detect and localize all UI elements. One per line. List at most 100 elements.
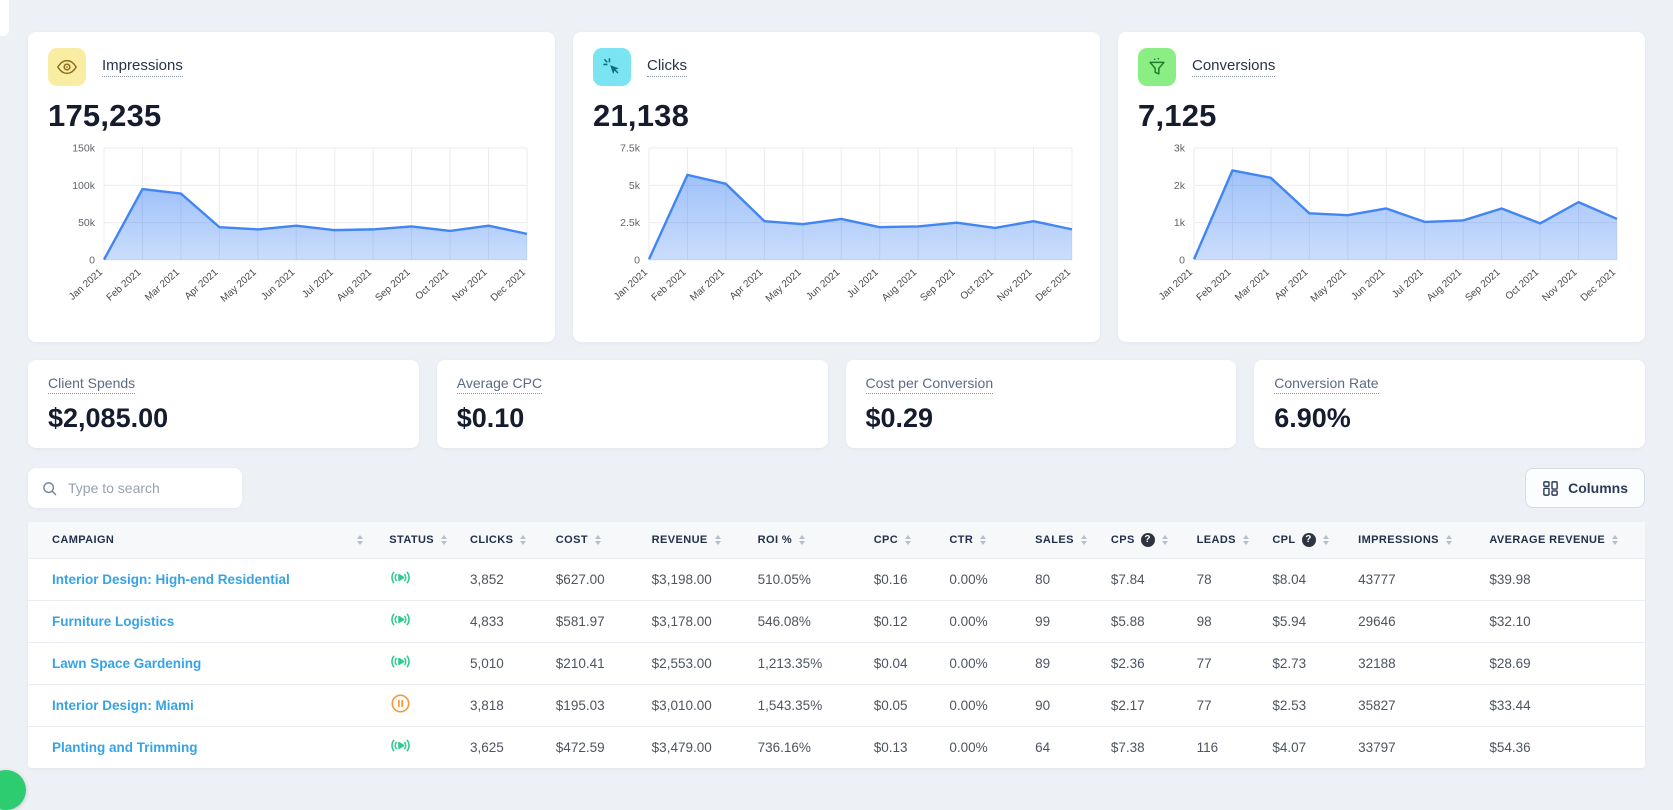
column-header-leads[interactable]: LEADS: [1191, 522, 1267, 558]
cell-sales: 89: [1035, 655, 1051, 671]
svg-text:Oct 2021: Oct 2021: [1504, 267, 1542, 303]
svg-text:1k: 1k: [1174, 217, 1186, 229]
metric-label[interactable]: Conversion Rate: [1274, 375, 1379, 394]
help-icon[interactable]: ?: [1301, 532, 1316, 547]
svg-text:Sep 2021: Sep 2021: [373, 267, 413, 304]
column-header-clicks[interactable]: CLICKS: [464, 522, 550, 558]
status-running-icon[interactable]: [389, 650, 412, 673]
column-header-status[interactable]: STATUS: [383, 522, 464, 558]
sort-icon[interactable]: [1161, 534, 1168, 545]
svg-text:Mar 2021: Mar 2021: [1233, 267, 1272, 304]
svg-text:Apr 2021: Apr 2021: [1273, 267, 1311, 303]
svg-text:Jun 2021: Jun 2021: [1349, 267, 1387, 303]
sort-icon[interactable]: [520, 534, 527, 545]
table-header-row: CAMPAIGN STATUS CLICKS COST REVENUE ROI % CPC C…: [28, 522, 1645, 558]
svg-text:May 2021: May 2021: [1309, 267, 1349, 305]
page-edge-artifact: [0, 0, 9, 36]
columns-button[interactable]: Columns: [1525, 468, 1645, 508]
campaigns-table: CAMPAIGN STATUS CLICKS COST REVENUE ROI % CPC C…: [28, 522, 1645, 768]
status-running-icon[interactable]: [389, 608, 412, 631]
svg-text:Nov 2021: Nov 2021: [1540, 267, 1579, 304]
kpi-label-conversions[interactable]: Conversions: [1192, 57, 1276, 77]
column-header-revenue[interactable]: REVENUE: [646, 522, 752, 558]
column-header-cps[interactable]: CPS?: [1105, 522, 1191, 558]
status-paused-icon[interactable]: [389, 692, 412, 715]
column-header-campaign[interactable]: CAMPAIGN: [28, 522, 383, 558]
column-label: SALES: [1035, 533, 1074, 546]
sort-icon[interactable]: [1242, 534, 1249, 545]
metric-label[interactable]: Cost per Conversion: [865, 375, 994, 394]
campaign-link[interactable]: Interior Design: High-end Residential: [52, 572, 290, 587]
svg-text:Oct 2021: Oct 2021: [959, 267, 997, 303]
column-header-avg_revenue[interactable]: AVERAGE REVENUE: [1483, 522, 1645, 558]
metric-label[interactable]: Average CPC: [456, 375, 543, 394]
search-box[interactable]: [28, 468, 242, 508]
cell-avg_revenue: $28.69: [1489, 655, 1531, 671]
cell-leads: 77: [1196, 655, 1212, 671]
column-header-cost[interactable]: COST: [550, 522, 646, 558]
cell-avg_revenue: $39.98: [1489, 571, 1531, 587]
column-header-ctr[interactable]: CTR: [943, 522, 1029, 558]
sort-icon[interactable]: [441, 534, 448, 545]
svg-text:Dec 2021: Dec 2021: [1034, 267, 1073, 304]
sort-icon[interactable]: [714, 534, 721, 545]
sort-icon[interactable]: [1080, 534, 1087, 545]
eye-icon: [48, 48, 86, 86]
sort-icon[interactable]: [905, 534, 912, 545]
svg-text:2k: 2k: [1174, 180, 1186, 192]
sort-icon[interactable]: [799, 534, 806, 545]
cell-revenue: $3,198.00: [651, 571, 712, 587]
svg-text:Jul 2021: Jul 2021: [300, 267, 336, 301]
svg-text:Sep 2021: Sep 2021: [918, 267, 958, 304]
kpi-value-conversions: 7,125: [1138, 98, 1217, 133]
kpi-label-impressions[interactable]: Impressions: [102, 57, 183, 77]
cursor-click-icon: [593, 48, 631, 86]
clicks-chart: 0 2.5k 5k 7.5k Jan 2021 Feb 2021 Mar 2021 Apr 2…: [612, 143, 1073, 305]
metric-card-cost-per-conversion: Cost per Conversion $0.29: [845, 360, 1237, 448]
column-label: CAMPAIGN: [52, 533, 115, 546]
search-input[interactable]: [68, 480, 232, 496]
campaign-link[interactable]: Interior Design: Miami: [52, 698, 194, 713]
column-header-impressions[interactable]: IMPRESSIONS: [1352, 522, 1483, 558]
search-icon: [43, 481, 57, 495]
cell-campaign: Interior Design: Miami: [28, 684, 383, 726]
cell-roi: 510.05%: [757, 571, 811, 587]
cell-cps: $5.88: [1110, 613, 1145, 629]
sort-icon[interactable]: [357, 534, 364, 545]
cell-cps: $2.36: [1110, 655, 1145, 671]
metric-row: Client Spends $2,085.00 Average CPC $0.1…: [28, 360, 1645, 448]
kpi-label-clicks[interactable]: Clicks: [647, 57, 687, 77]
column-header-roi[interactable]: ROI %: [752, 522, 868, 558]
sort-icon[interactable]: [1612, 534, 1619, 545]
campaign-link[interactable]: Planting and Trimming: [52, 740, 198, 755]
svg-text:5k: 5k: [629, 180, 641, 192]
table-row: Lawn Space Gardening 5,010 $210.41 $2,553.0…: [28, 642, 1645, 684]
column-header-cpl[interactable]: CPL?: [1266, 522, 1352, 558]
status-running-icon[interactable]: [389, 566, 412, 589]
campaign-link[interactable]: Lawn Space Gardening: [52, 656, 201, 671]
column-label: IMPRESSIONS: [1358, 533, 1439, 546]
cell-roi: 736.16%: [757, 739, 811, 755]
column-header-cpc[interactable]: CPC: [868, 522, 944, 558]
cell-revenue: $3,010.00: [651, 697, 712, 713]
chat-widget-bubble[interactable]: [0, 770, 26, 810]
help-icon[interactable]: ?: [1140, 532, 1155, 547]
sort-icon[interactable]: [980, 534, 987, 545]
campaign-link[interactable]: Furniture Logistics: [52, 614, 174, 629]
conversions-chart: 0 1k 2k 3k Jan 2021 Feb 2021 Mar 2021 Apr 2021M…: [1157, 143, 1618, 305]
cell-clicks: 3,818: [470, 697, 504, 713]
sort-icon[interactable]: [1445, 534, 1452, 545]
svg-text:Jul 2021: Jul 2021: [1390, 267, 1426, 301]
column-header-sales[interactable]: SALES: [1029, 522, 1105, 558]
column-label: CLICKS: [470, 533, 514, 546]
metric-label[interactable]: Client Spends: [48, 375, 136, 394]
column-label: LEADS: [1196, 533, 1236, 546]
svg-text:3k: 3k: [1174, 143, 1186, 155]
sort-icon[interactable]: [594, 534, 601, 545]
cell-revenue: $3,178.00: [651, 613, 712, 629]
svg-text:Dec 2021: Dec 2021: [489, 267, 528, 304]
status-running-icon[interactable]: [389, 734, 412, 757]
cell-cpc: $0.12: [873, 613, 908, 629]
sort-icon[interactable]: [1322, 534, 1329, 545]
cell-cpl: $5.94: [1272, 613, 1307, 629]
